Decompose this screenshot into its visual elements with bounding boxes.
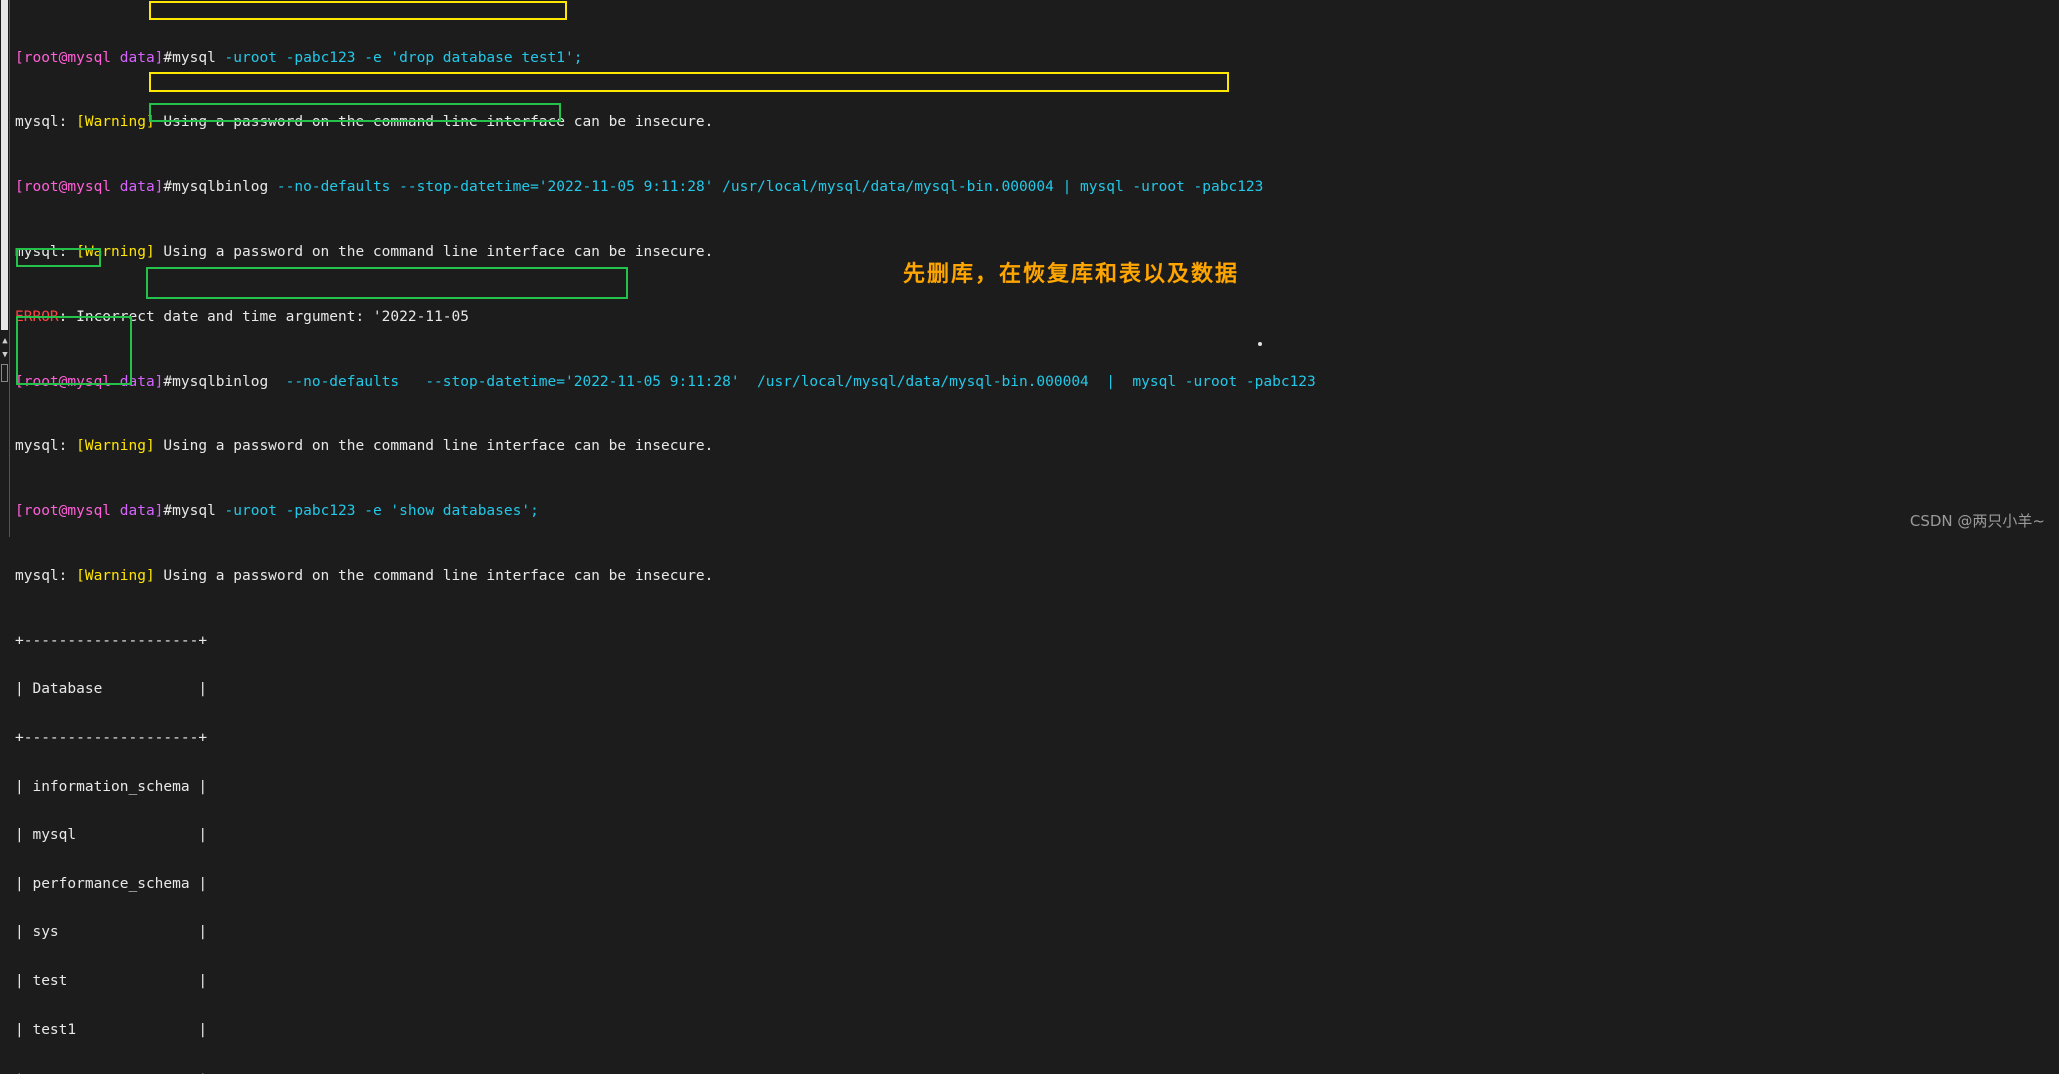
warning-message: Using a password on the command line int… bbox=[154, 567, 714, 584]
terminal-scrollbar[interactable]: ▲ ▼ bbox=[0, 0, 10, 537]
terminal-line: [root@mysql data]#mysql -uroot -pabc123 … bbox=[15, 50, 1316, 66]
prompt-dir: data] bbox=[111, 179, 164, 196]
db-table-row: | mysql | bbox=[15, 827, 208, 844]
error-message: : Incorrect date and time argument: '202… bbox=[58, 308, 469, 325]
prompt-hash: # bbox=[163, 179, 173, 196]
prompt-dir: data] bbox=[111, 49, 164, 66]
db-table-row-test1: | test1 | bbox=[15, 1021, 208, 1038]
terminal-line: [root@mysql data]#mysqlbinlog --no-defau… bbox=[15, 179, 1316, 195]
db-table-row: | performance_schema | bbox=[15, 875, 208, 892]
terminal-window: ▲ ▼ [root@mysql data]#mysql -uroot -pabc… bbox=[0, 0, 2059, 1074]
command-name: mysqlbinlog bbox=[172, 179, 269, 196]
command-name: mysql bbox=[172, 503, 216, 520]
terminal-output: [root@mysql data]#mysql -uroot -pabc123 … bbox=[15, 1, 1316, 1074]
prompt-dir: data] bbox=[111, 373, 164, 390]
warning-prefix: mysql: bbox=[15, 244, 77, 260]
terminal-line: ERROR: Incorrect date and time argument:… bbox=[15, 309, 1316, 325]
db-table-border: +--------------------+ bbox=[15, 1070, 1316, 1074]
prompt-user-host: [root@mysql bbox=[15, 49, 112, 66]
scrollbar-track-box[interactable] bbox=[1, 364, 8, 382]
decorative-dot bbox=[1258, 342, 1262, 346]
prompt-dir: data] bbox=[111, 503, 164, 520]
terminal-line: [root@mysql data]#mysql -uroot -pabc123 … bbox=[15, 503, 1316, 519]
db-table-row: | test | bbox=[15, 972, 208, 989]
csdn-watermark: CSDN @两只小羊~ bbox=[1909, 512, 2045, 530]
db-table-row: | sys | bbox=[15, 924, 208, 941]
warning-prefix: mysql: bbox=[15, 567, 77, 584]
terminal-line: [root@mysql data]#mysqlbinlog --no-defau… bbox=[15, 374, 1316, 390]
warning-tag: [Warning] bbox=[76, 114, 155, 131]
terminal-line: mysql: [Warning] Using a password on the… bbox=[15, 568, 1316, 584]
warning-message: Using a password on the command line int… bbox=[154, 438, 714, 455]
command-name: mysqlbinlog bbox=[172, 373, 269, 390]
warning-tag: [Warning] bbox=[76, 567, 155, 584]
warning-tag: [Warning] bbox=[76, 438, 155, 455]
db-table-row: | information_schema | bbox=[15, 778, 208, 795]
prompt-user-host: [root@mysql bbox=[15, 373, 112, 390]
warning-prefix: mysql: bbox=[15, 114, 77, 131]
prompt-user-host: [root@mysql bbox=[15, 503, 112, 520]
chinese-annotation-note: 先删库，在恢复库和表以及数据 bbox=[903, 262, 1240, 287]
db-table-border: +--------------------+ bbox=[15, 729, 208, 746]
command-name: mysql bbox=[172, 49, 216, 66]
warning-message: Using a password on the command line int… bbox=[154, 244, 714, 260]
command-args: --no-defaults --stop-datetime='2022-11-0… bbox=[268, 373, 1316, 390]
warning-prefix: mysql: bbox=[15, 438, 77, 455]
command-args: --no-defaults --stop-datetime='2022-11-0… bbox=[268, 179, 1264, 196]
prompt-user-host: [root@mysql bbox=[15, 179, 112, 196]
warning-tag: [Warning] bbox=[76, 244, 155, 260]
db-table-border: +--------------------+ bbox=[15, 632, 208, 649]
prompt-hash: # bbox=[163, 503, 173, 520]
prompt-hash: # bbox=[163, 49, 173, 66]
terminal-line: mysql: [Warning] Using a password on the… bbox=[15, 114, 1316, 130]
scroll-down-arrow-icon[interactable]: ▼ bbox=[1, 350, 9, 360]
command-args: -uroot -pabc123 -e 'drop database test1'… bbox=[215, 49, 583, 66]
prompt-hash: # bbox=[163, 373, 173, 390]
terminal-line: mysql: [Warning] Using a password on the… bbox=[15, 438, 1316, 454]
command-args: -uroot -pabc123 -e 'show databases'; bbox=[215, 503, 539, 520]
error-tag: ERROR bbox=[15, 308, 59, 325]
db-table-header: | Database | bbox=[15, 681, 208, 698]
scroll-up-arrow-icon[interactable]: ▲ bbox=[1, 336, 9, 346]
scrollbar-thumb[interactable] bbox=[1, 0, 8, 330]
warning-message: Using a password on the command line int… bbox=[154, 114, 714, 131]
